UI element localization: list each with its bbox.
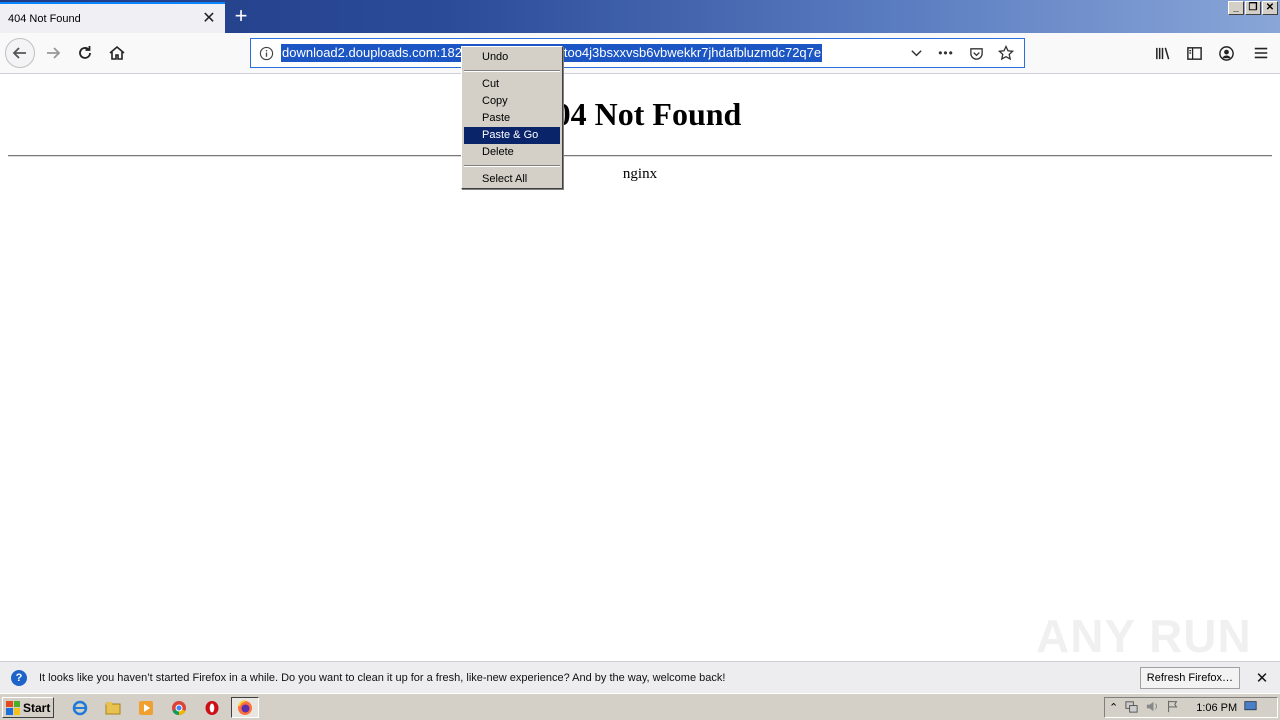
account-button[interactable] [1210, 38, 1242, 68]
account-icon [1218, 45, 1234, 61]
menu-button[interactable] [1242, 38, 1280, 68]
forward-arrow-icon [47, 47, 61, 59]
notification-close-icon[interactable]: ✕ [1252, 669, 1272, 687]
firefox-taskbar-button[interactable] [231, 697, 259, 718]
clock[interactable]: 1:06 PM [1196, 702, 1237, 714]
dropdown-history-button[interactable] [902, 40, 930, 66]
watermark-logo: ANY RUN [1036, 610, 1252, 662]
internet-explorer-icon[interactable] [66, 697, 94, 718]
menu-item-copy[interactable]: Copy [464, 93, 560, 110]
window-controls: _ ❐ ✕ [1228, 1, 1278, 15]
opera-icon[interactable] [198, 697, 226, 718]
menu-item-delete[interactable]: Delete [464, 144, 560, 161]
url-bar[interactable]: download2.douploads.com:182 kwgije7lzohy… [250, 38, 1025, 68]
start-label: Start [23, 700, 51, 715]
info-icon [259, 46, 273, 60]
page-content: 404 Not Found nginx ANY RUN [0, 74, 1280, 662]
url-tools: ••• [902, 40, 1024, 66]
close-window-button[interactable]: ✕ [1262, 1, 1278, 15]
media-player-icon[interactable] [132, 697, 160, 718]
quick-launch [66, 697, 259, 718]
file-explorer-icon[interactable] [99, 697, 127, 718]
server-name: nginx [622, 166, 658, 182]
site-info-button[interactable] [251, 39, 281, 67]
bookmark-star-button[interactable] [992, 40, 1020, 66]
sidebar-button[interactable] [1178, 38, 1210, 68]
menu-separator [464, 66, 560, 76]
volume-icon[interactable] [1145, 699, 1160, 717]
question-icon: ? [11, 669, 27, 686]
menu-separator [464, 161, 560, 171]
tab-close-icon[interactable]: ✕ [199, 9, 219, 29]
windows-logo-icon [6, 700, 20, 715]
show-desktop-icon[interactable] [1243, 700, 1258, 716]
star-icon [998, 45, 1014, 61]
library-icon [1155, 47, 1169, 59]
tab-strip: 404 Not Found ✕ + _ ❐ ✕ [0, 0, 1280, 33]
library-button[interactable] [1146, 38, 1178, 68]
chrome-icon[interactable] [165, 697, 193, 718]
action-center-flag-icon[interactable] [1166, 699, 1180, 716]
menu-item-paste[interactable]: Paste [464, 110, 560, 127]
notification-bar: ? It looks like you haven’t started Fire… [0, 661, 1280, 693]
sidebar-icon [1186, 46, 1202, 60]
menu-item-cut[interactable]: Cut [464, 76, 560, 93]
refresh-firefox-button[interactable]: Refresh Firefox… [1139, 666, 1240, 689]
menu-item-select-all[interactable]: Select All [464, 171, 560, 188]
firefox-icon [238, 699, 252, 715]
screen: 404 Not Found ✕ + _ ❐ ✕ download2.douplo… [0, 0, 1280, 720]
home-button[interactable] [102, 38, 132, 68]
forward-button[interactable] [38, 38, 68, 68]
toolbar-right [1146, 38, 1280, 68]
chevron-down-icon [910, 49, 922, 56]
hamburger-menu-icon [1254, 47, 1268, 59]
tab-title: 404 Not Found [8, 12, 81, 25]
system-tray: ⌃ 1:06 PM [1104, 697, 1278, 718]
reload-icon [79, 46, 91, 59]
pocket-button[interactable] [962, 40, 990, 66]
page-actions-button[interactable]: ••• [932, 40, 960, 66]
page-heading: 404 Not Found [538, 96, 742, 132]
menu-item-paste-and-go[interactable]: Paste & Go [464, 127, 560, 144]
divider [8, 155, 1272, 157]
taskbar: Start ⌃ 1:06 PM [0, 693, 1280, 720]
new-tab-button[interactable]: + [228, 4, 254, 30]
show-hidden-icons-icon[interactable]: ⌃ [1109, 701, 1118, 714]
navigation-bar: download2.douploads.com:182 kwgije7lzohy… [0, 33, 1280, 74]
context-menu: Undo Cut Copy Paste Paste & Go Delete Se… [461, 46, 563, 189]
pocket-icon [969, 47, 983, 60]
url-input[interactable]: download2.douploads.com:182 kwgije7lzohy… [281, 44, 902, 62]
back-arrow-icon [12, 47, 26, 59]
back-button[interactable] [5, 38, 35, 68]
reload-button[interactable] [70, 38, 100, 68]
notification-text: It looks like you haven’t started Firefo… [39, 671, 726, 684]
menu-item-undo[interactable]: Undo [464, 49, 560, 66]
restore-button[interactable]: ❐ [1245, 1, 1261, 15]
tab-404[interactable]: 404 Not Found ✕ [0, 2, 225, 33]
home-icon [109, 45, 125, 60]
network-icon[interactable] [1124, 699, 1139, 717]
start-button[interactable]: Start [2, 697, 54, 718]
minimize-button[interactable]: _ [1228, 1, 1244, 15]
